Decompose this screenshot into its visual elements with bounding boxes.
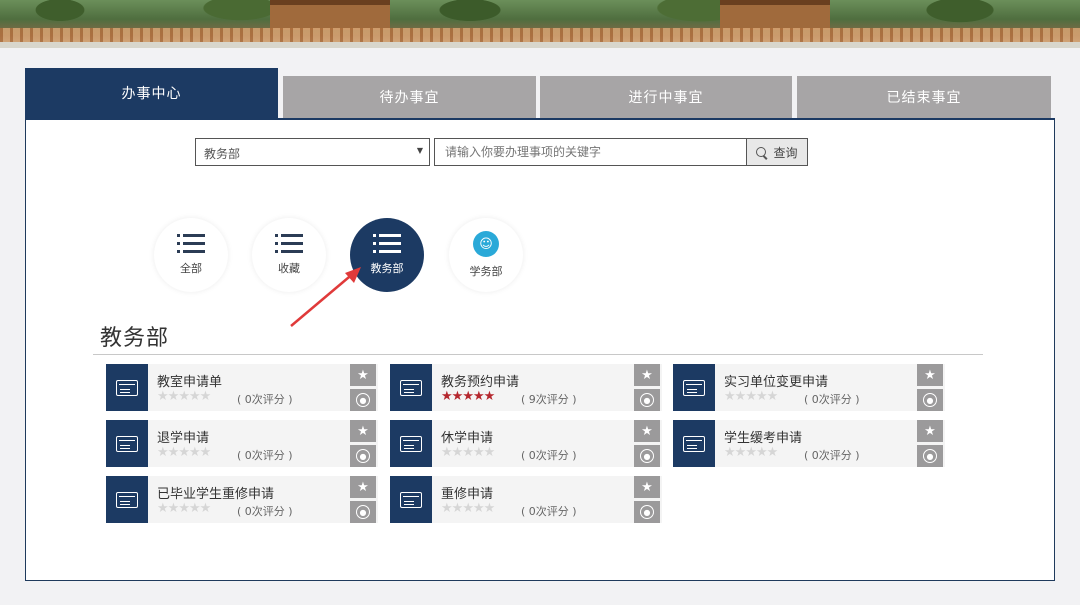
service-item-name: 重修申请 [441,487,494,502]
rating-stars: ★★★★★ [441,389,495,404]
location-pin-icon[interactable]: ● [917,445,943,467]
service-item-name: 退学申请 [157,431,210,446]
location-pin-icon[interactable]: ● [634,501,660,523]
category-label: 学务部 [469,265,503,278]
category-student-affairs[interactable]: ☺ 学务部 [449,218,523,292]
search-icon [756,146,767,158]
location-pin-icon[interactable]: ● [350,445,376,467]
location-pin-icon[interactable]: ● [917,389,943,411]
rating-count: ( 0次评分 ) [237,449,293,462]
search-input[interactable] [434,138,746,166]
service-item-name: 休学申请 [441,431,494,446]
service-item[interactable]: 教务预约申请 ★★★★★ ( 9次评分 ) ★ ● [390,364,662,411]
department-select-value: 教务部 [204,147,241,161]
rating-count: ( 0次评分 ) [237,505,293,518]
annotation-arrow-icon [290,267,361,327]
category-label: 教务部 [370,262,404,275]
location-pin-icon[interactable]: ● [634,445,660,467]
favorite-star-icon[interactable]: ★ [917,420,943,442]
rating-count: ( 0次评分 ) [521,449,577,462]
service-item[interactable]: 重修申请 ★★★★★ ( 0次评分 ) ★ ● [390,476,662,523]
service-item-name: 教室申请单 [157,375,223,390]
card-icon [390,364,432,411]
list-icon [275,234,303,254]
department-select[interactable]: 教务部 ▼ [195,138,430,166]
chevron-down-icon: ▼ [416,146,423,155]
card-icon [673,364,715,411]
rating-stars: ★★★★★ [157,445,211,460]
service-item[interactable]: 教室申请单 ★★★★★ ( 0次评分 ) ★ ● [106,364,378,411]
card-icon [106,420,148,467]
category-all[interactable]: 全部 [154,218,228,292]
tab-in-progress[interactable]: 进行中事宜 [540,76,792,118]
service-item[interactable]: 退学申请 ★★★★★ ( 0次评分 ) ★ ● [106,420,378,467]
favorite-star-icon[interactable]: ★ [634,420,660,442]
rating-count: ( 0次评分 ) [237,393,293,406]
rating-count: ( 9次评分 ) [521,393,577,406]
rating-stars: ★★★★★ [157,501,211,516]
card-icon [673,420,715,467]
location-pin-icon[interactable]: ● [634,389,660,411]
tab-service-center[interactable]: 办事中心 [25,68,278,118]
favorite-star-icon[interactable]: ★ [350,364,376,386]
card-icon [390,420,432,467]
service-item-name: 实习单位变更申请 [724,375,829,390]
service-item[interactable]: 学生缓考申请 ★★★★★ ( 0次评分 ) ★ ● [673,420,945,467]
card-icon [106,476,148,523]
rating-count: ( 0次评分 ) [521,505,577,518]
service-item-name: 学生缓考申请 [724,431,803,446]
favorite-star-icon[interactable]: ★ [350,476,376,498]
section-title: 教务部 [100,326,170,351]
favorite-star-icon[interactable]: ★ [634,364,660,386]
rating-stars: ★★★★★ [724,389,778,404]
service-item-name: 教务预约申请 [441,375,520,390]
student-affairs-icon: ☺ [473,231,499,257]
list-icon [373,234,401,254]
service-item[interactable]: 休学申请 ★★★★★ ( 0次评分 ) ★ ● [390,420,662,467]
card-icon [106,364,148,411]
rating-count: ( 0次评分 ) [804,393,860,406]
search-button[interactable]: 查询 [746,138,808,166]
rating-stars: ★★★★★ [157,389,211,404]
rating-count: ( 0次评分 ) [804,449,860,462]
rating-stars: ★★★★★ [441,445,495,460]
favorite-star-icon[interactable]: ★ [917,364,943,386]
location-pin-icon[interactable]: ● [350,501,376,523]
location-pin-icon[interactable]: ● [350,389,376,411]
rating-stars: ★★★★★ [441,501,495,516]
card-icon [390,476,432,523]
service-item-name: 已毕业学生重修申请 [157,487,275,502]
service-item[interactable]: 实习单位变更申请 ★★★★★ ( 0次评分 ) ★ ● [673,364,945,411]
favorite-star-icon[interactable]: ★ [350,420,376,442]
rating-stars: ★★★★★ [724,445,778,460]
category-label: 全部 [180,262,202,275]
search-button-label: 查询 [773,145,798,160]
favorite-star-icon[interactable]: ★ [634,476,660,498]
header-banner-image [0,0,1080,48]
service-item[interactable]: 已毕业学生重修申请 ★★★★★ ( 0次评分 ) ★ ● [106,476,378,523]
tab-pending[interactable]: 待办事宜 [283,76,536,118]
tab-finished[interactable]: 已结束事宜 [797,76,1051,118]
section-divider [93,354,983,355]
list-icon [177,234,205,254]
